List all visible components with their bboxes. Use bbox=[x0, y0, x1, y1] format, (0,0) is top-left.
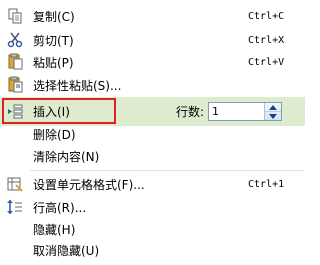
menu-item-copy[interactable]: 复制(C) Ctrl+C bbox=[0, 4, 305, 28]
spin-up-button[interactable] bbox=[265, 103, 281, 111]
paste-special-icon bbox=[7, 76, 24, 93]
menu-item-format-cells[interactable]: 设置单元格格式(F)... Ctrl+1 bbox=[0, 174, 305, 198]
menu-item-cut[interactable]: 剪切(T) Ctrl+X bbox=[0, 28, 305, 52]
menu-item-label: 设置单元格格式(F)... bbox=[33, 178, 145, 192]
menu-item-label: 删除(D) bbox=[33, 128, 76, 142]
spin-buttons bbox=[264, 103, 281, 120]
menu-item-hide[interactable]: 隐藏(H) bbox=[0, 219, 305, 243]
copy-icon bbox=[7, 8, 24, 25]
menu-item-unhide[interactable]: 取消隐藏(U) bbox=[0, 241, 305, 265]
menu-separator bbox=[30, 170, 305, 171]
row-count-label: 行数: bbox=[176, 105, 205, 119]
menu-item-label: 粘贴(P) bbox=[33, 56, 74, 70]
menu-item-label: 选择性粘贴(S)... bbox=[33, 79, 122, 93]
paste-icon bbox=[7, 53, 24, 70]
chevron-down-icon bbox=[269, 114, 277, 119]
row-count-spinner[interactable] bbox=[208, 102, 282, 121]
row-height-icon bbox=[7, 199, 24, 216]
menu-item-clear-contents[interactable]: 清除内容(N) bbox=[0, 147, 305, 171]
chevron-up-icon bbox=[269, 105, 277, 110]
context-menu: 复制(C) Ctrl+C 剪切(T) Ctrl+X 粘贴(P) Ctrl+V 选… bbox=[0, 0, 305, 265]
menu-item-row-height[interactable]: 行高(R)... bbox=[0, 197, 305, 221]
menu-item-label: 复制(C) bbox=[33, 10, 75, 24]
menu-item-label: 行高(R)... bbox=[33, 201, 87, 215]
menu-item-label: 取消隐藏(U) bbox=[33, 244, 100, 258]
menu-item-shortcut: Ctrl+X bbox=[248, 35, 285, 46]
spin-down-button[interactable] bbox=[265, 111, 281, 120]
menu-item-label: 剪切(T) bbox=[33, 34, 74, 48]
menu-item-label: 清除内容(N) bbox=[33, 150, 100, 164]
menu-item-label: 隐藏(H) bbox=[33, 223, 76, 237]
menu-item-paste-special[interactable]: 选择性粘贴(S)... bbox=[0, 73, 305, 97]
row-count-input[interactable] bbox=[211, 104, 266, 119]
menu-item-shortcut: Ctrl+1 bbox=[248, 179, 285, 190]
menu-item-paste[interactable]: 粘贴(P) Ctrl+V bbox=[0, 50, 305, 74]
format-cells-icon bbox=[7, 176, 24, 193]
insert-focus-outline bbox=[2, 98, 116, 124]
menu-item-delete[interactable]: 删除(D) bbox=[0, 125, 305, 149]
scissors-icon bbox=[7, 31, 24, 48]
menu-item-shortcut: Ctrl+V bbox=[248, 57, 285, 68]
menu-item-shortcut: Ctrl+C bbox=[248, 11, 285, 22]
